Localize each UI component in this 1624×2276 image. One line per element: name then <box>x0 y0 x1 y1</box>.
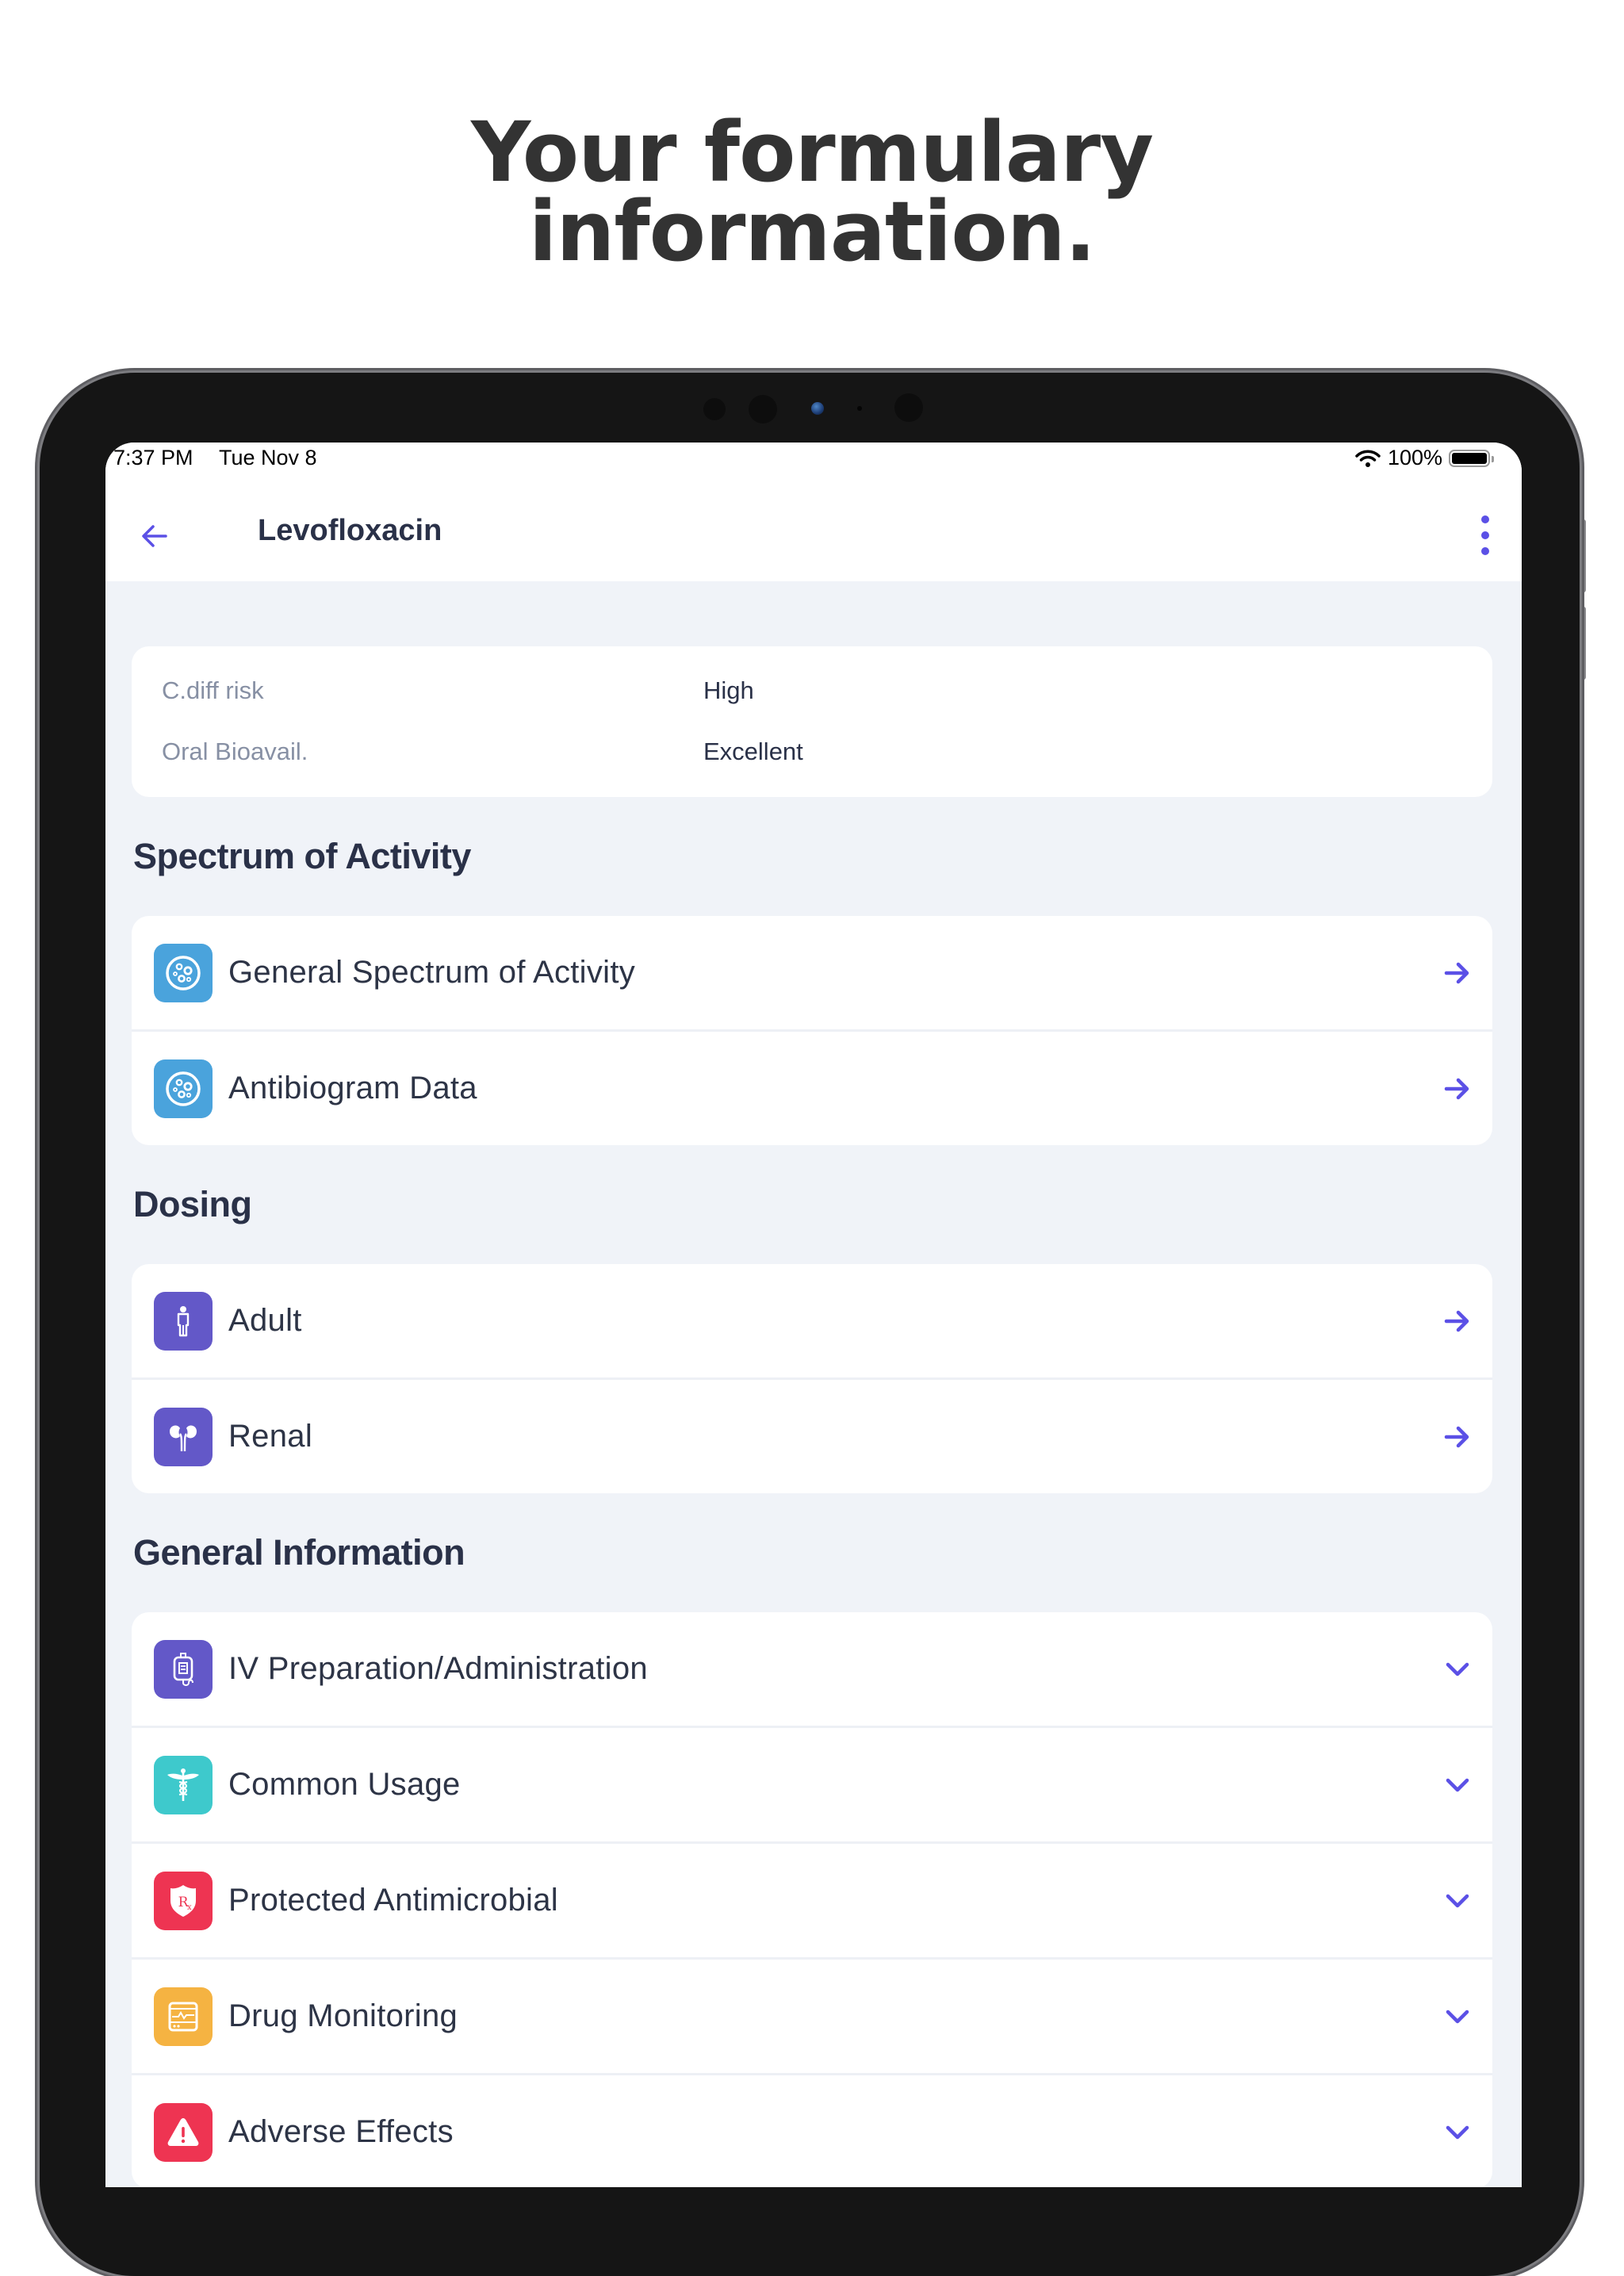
caduceus-icon <box>154 1755 213 1814</box>
list-item-label: Common Usage <box>228 1767 461 1802</box>
wifi-icon <box>1355 450 1381 467</box>
list-item-antibiogram[interactable]: Antibiogram Data <box>132 1029 1492 1145</box>
kidneys-icon <box>154 1407 213 1466</box>
info-value: Excellent <box>703 738 803 765</box>
info-label: C.diff risk <box>162 676 264 704</box>
front-camera-icon <box>811 402 824 415</box>
drug-info-card: C.diff risk High Oral Bioavail. Excellen… <box>132 646 1492 797</box>
list-item-label: General Spectrum of Activity <box>228 955 636 990</box>
chevron-down-icon <box>1446 2010 1469 2023</box>
chevron-down-icon <box>1446 1662 1469 1676</box>
camera-sensor-icon <box>894 393 923 422</box>
person-icon <box>154 1291 213 1351</box>
status-indicators: 100% <box>1354 446 1494 470</box>
camera-sensor-icon <box>749 395 777 423</box>
arrow-right-icon <box>1444 962 1469 983</box>
status-time: 7:37 PM <box>113 446 193 469</box>
list-item-adverse-effects[interactable]: Adverse Effects <box>132 2073 1492 2187</box>
list-item-label: Drug Monitoring <box>228 1998 458 2033</box>
list-item-drug-monitoring[interactable]: Drug Monitoring <box>132 1957 1492 2073</box>
page-title: Levofloxacin <box>258 514 442 547</box>
device-volume-down-button <box>1581 607 1586 680</box>
list-item-iv-preparation[interactable]: IV Preparation/Administration <box>132 1612 1492 1726</box>
ambient-sensor-icon <box>857 406 862 411</box>
chevron-down-icon <box>1446 1778 1469 1791</box>
back-button[interactable] <box>137 519 172 554</box>
more-vertical-icon <box>1481 515 1489 523</box>
info-label: Oral Bioavail. <box>162 738 308 765</box>
device-volume-up-button <box>1581 519 1586 592</box>
list-item-common-usage[interactable]: Common Usage <box>132 1726 1492 1841</box>
headline-line-1: Your formulary <box>470 104 1154 201</box>
list-item-general-spectrum[interactable]: General Spectrum of Activity <box>132 916 1492 1029</box>
svg-text:x: x <box>187 1903 192 1912</box>
iv-bag-icon <box>154 1639 213 1699</box>
camera-sensor-icon <box>703 398 726 420</box>
headline-line-2: information. <box>528 183 1097 280</box>
status-date: Tue Nov 8 <box>219 446 317 469</box>
arrow-left-icon <box>142 525 167 547</box>
chevron-down-icon <box>1446 2125 1469 2139</box>
list-item-label: Protected Antimicrobial <box>228 1883 558 1918</box>
monitor-icon <box>154 1987 213 2046</box>
spectrum-list: General Spectrum of Activity Antibiogram… <box>132 916 1492 1145</box>
arrow-right-icon <box>1444 1310 1469 1331</box>
list-item-label: Renal <box>228 1419 313 1454</box>
rx-shield-icon: Rx <box>154 1871 213 1930</box>
section-title-dosing: Dosing <box>133 1184 252 1224</box>
arrow-right-icon <box>1444 1078 1469 1099</box>
content-scroll: C.diff risk High Oral Bioavail. Excellen… <box>132 646 1492 2187</box>
navigation-bar: Levofloxacin <box>105 490 1522 581</box>
info-value: High <box>703 676 754 704</box>
section-title-spectrum: Spectrum of Activity <box>133 836 471 876</box>
chevron-down-icon <box>1446 1894 1469 1907</box>
list-item-label: Adverse Effects <box>228 2114 454 2149</box>
list-item-label: Adult <box>228 1303 302 1338</box>
list-item-protected-antimicrobial[interactable]: Rx Protected Antimicrobial <box>132 1841 1492 1957</box>
app-screen: 7:37 PM Tue Nov 8 100% Levofloxacin C.di… <box>105 443 1522 2187</box>
general-information-list: IV Preparation/Administration Common Usa… <box>132 1612 1492 2187</box>
dosing-list: Adult Renal <box>132 1264 1492 1493</box>
petri-dish-icon <box>154 1059 213 1118</box>
list-item-label: Antibiogram Data <box>228 1071 477 1105</box>
battery-percent: 100% <box>1387 446 1442 469</box>
marketing-headline: Your formulary information. <box>0 104 1624 280</box>
battery-icon <box>1449 449 1494 467</box>
section-title-general-information: General Information <box>133 1532 465 1573</box>
more-options-button[interactable] <box>1477 515 1493 555</box>
arrow-right-icon <box>1444 1426 1469 1447</box>
petri-dish-icon <box>154 943 213 1002</box>
status-bar: 7:37 PM Tue Nov 8 100% <box>105 443 1522 490</box>
list-item-adult[interactable]: Adult <box>132 1264 1492 1377</box>
list-item-label: IV Preparation/Administration <box>228 1651 648 1686</box>
list-item-renal[interactable]: Renal <box>132 1377 1492 1493</box>
warning-icon <box>154 2102 213 2162</box>
